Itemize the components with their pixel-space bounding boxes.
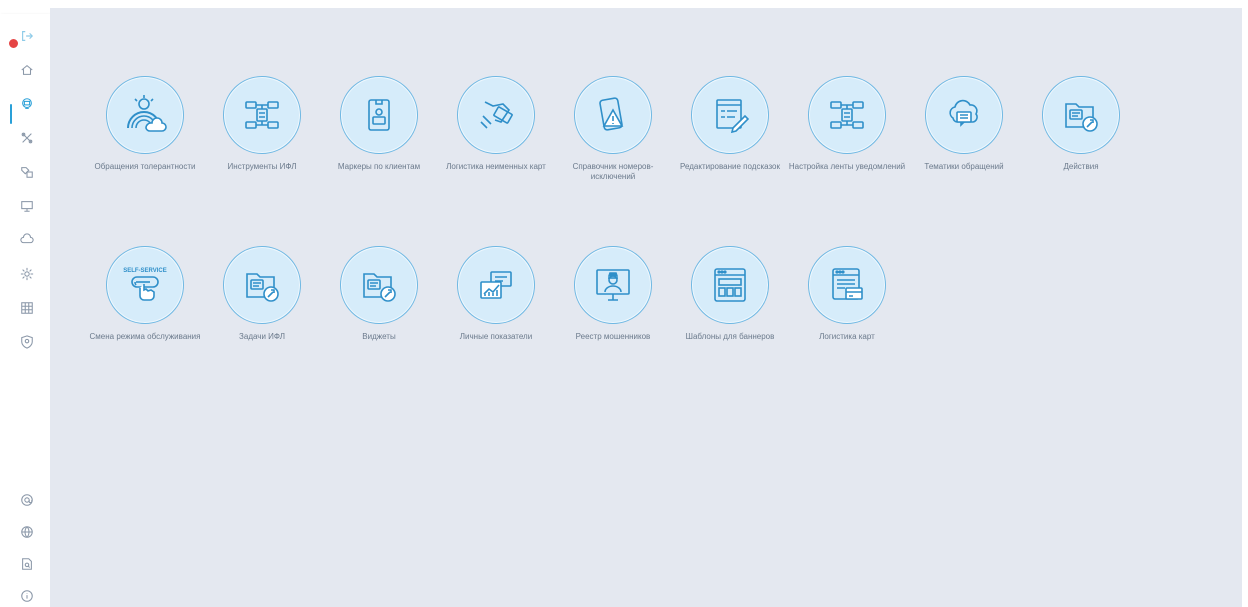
cloud-icon[interactable] [19,232,35,248]
tile-label: Реестр мошенников [575,332,651,341]
tile-circle [340,246,418,324]
tile-label: Логистика неименных карт [446,162,546,171]
tile-circle [457,246,535,324]
folder-wrench-icon [246,273,279,302]
tile-label: Логистика карт [819,332,875,341]
tile-service-mode[interactable]: SELF-SERVICE Смена режима обслуживания [86,246,204,366]
tile-circle [808,76,886,154]
tile-hints-editing[interactable]: Редактирование подсказок [671,76,789,196]
tile-circle [1042,76,1120,154]
tile-label: Маркеры по клиентам [337,162,421,171]
tile-circle [574,76,652,154]
folder-wrench-icon [363,273,396,302]
tile-circle [691,246,769,324]
tile-client-markers[interactable]: Маркеры по клиентам [320,76,438,196]
tags-icon[interactable] [19,164,35,180]
tile-circle [574,246,652,324]
edit-document-icon [716,99,750,134]
tile-actions[interactable]: Действия [1022,76,1140,196]
phone-warning-icon [599,97,624,131]
tile-fraudster-registry[interactable]: Реестр мошенников [554,246,672,366]
tile-label: Задачи ИФЛ [239,332,285,341]
tile-label: Справочник номеров-исключений [572,162,654,181]
self-service-icon: SELF-SERVICE [123,268,167,301]
tile-tolerance-requests[interactable]: Обращения толерантности [86,76,204,196]
settings-icon[interactable] [19,266,35,282]
folder-wrench-icon [1065,103,1098,132]
tile-label: Настройка ленты уведомлений [788,162,906,171]
tile-label: Инструменты ИФЛ [227,162,297,171]
document-search-icon[interactable] [19,556,35,572]
logout-icon[interactable] [19,28,35,44]
sidebar [0,14,50,607]
tile-notification-feed[interactable]: Настройка ленты уведомлений [788,76,906,196]
tile-circle [925,76,1003,154]
tile-label: Личные показатели [459,332,533,341]
tile-label: Действия [1063,162,1099,171]
chart-growth-icon [480,271,512,299]
tile-label: Обращения толерантности [94,162,196,171]
tile-label: Шаблоны для баннеров [685,332,775,341]
tile-circle [457,76,535,154]
shield-icon[interactable] [19,334,35,350]
tile-circle: SELF-SERVICE [106,246,184,324]
tile-personal-metrics[interactable]: Личные показатели [437,246,555,366]
tile-label: Виджеты [362,332,396,341]
client-badge-icon [368,99,390,131]
notification-badge [8,38,19,49]
self-service-badge-text: SELF-SERVICE [123,268,167,274]
rainbow-cloud-icon [127,95,167,132]
tile-cards-logistics[interactable]: Логистика карт [788,246,906,366]
tile-banner-templates[interactable]: Шаблоны для баннеров [671,246,789,366]
banner-template-icon [714,268,746,302]
tile-widgets[interactable]: Виджеты [320,246,438,366]
tile-circle [340,76,418,154]
tile-ifl-tools[interactable]: Инструменты ИФЛ [203,76,321,196]
monitor-icon[interactable] [19,198,35,214]
tile-unnamed-cards-logistics[interactable]: Логистика неименных карт [437,76,555,196]
structure-icon [245,101,279,129]
tile-circle [106,76,184,154]
tile-label: Редактирование подсказок [680,162,780,171]
tile-label: Смена режима обслуживания [89,332,201,341]
chat-cloud-icon [949,99,978,127]
fraudster-monitor-icon [596,269,630,301]
tile-circle [223,76,301,154]
support-icon[interactable] [19,96,35,112]
card-hand-icon [480,101,513,129]
home-icon[interactable] [19,62,35,78]
table-icon[interactable] [19,300,35,316]
tile-ifl-tasks[interactable]: Задачи ИФЛ [203,246,321,366]
structure-icon [830,101,864,129]
tile-label: Тематики обращений [924,162,1004,171]
tile-exception-numbers[interactable]: Справочник номеров-исключений [554,76,672,196]
tile-circle [808,246,886,324]
card-list-icon [832,268,863,300]
tile-circle [691,76,769,154]
tools-icon[interactable] [19,130,35,146]
info-icon[interactable] [19,588,35,604]
tile-request-topics[interactable]: Тематики обращений [905,76,1023,196]
tile-circle [223,246,301,324]
globe-icon[interactable] [19,524,35,540]
active-indicator [10,104,12,124]
at-sign-icon[interactable] [19,492,35,508]
